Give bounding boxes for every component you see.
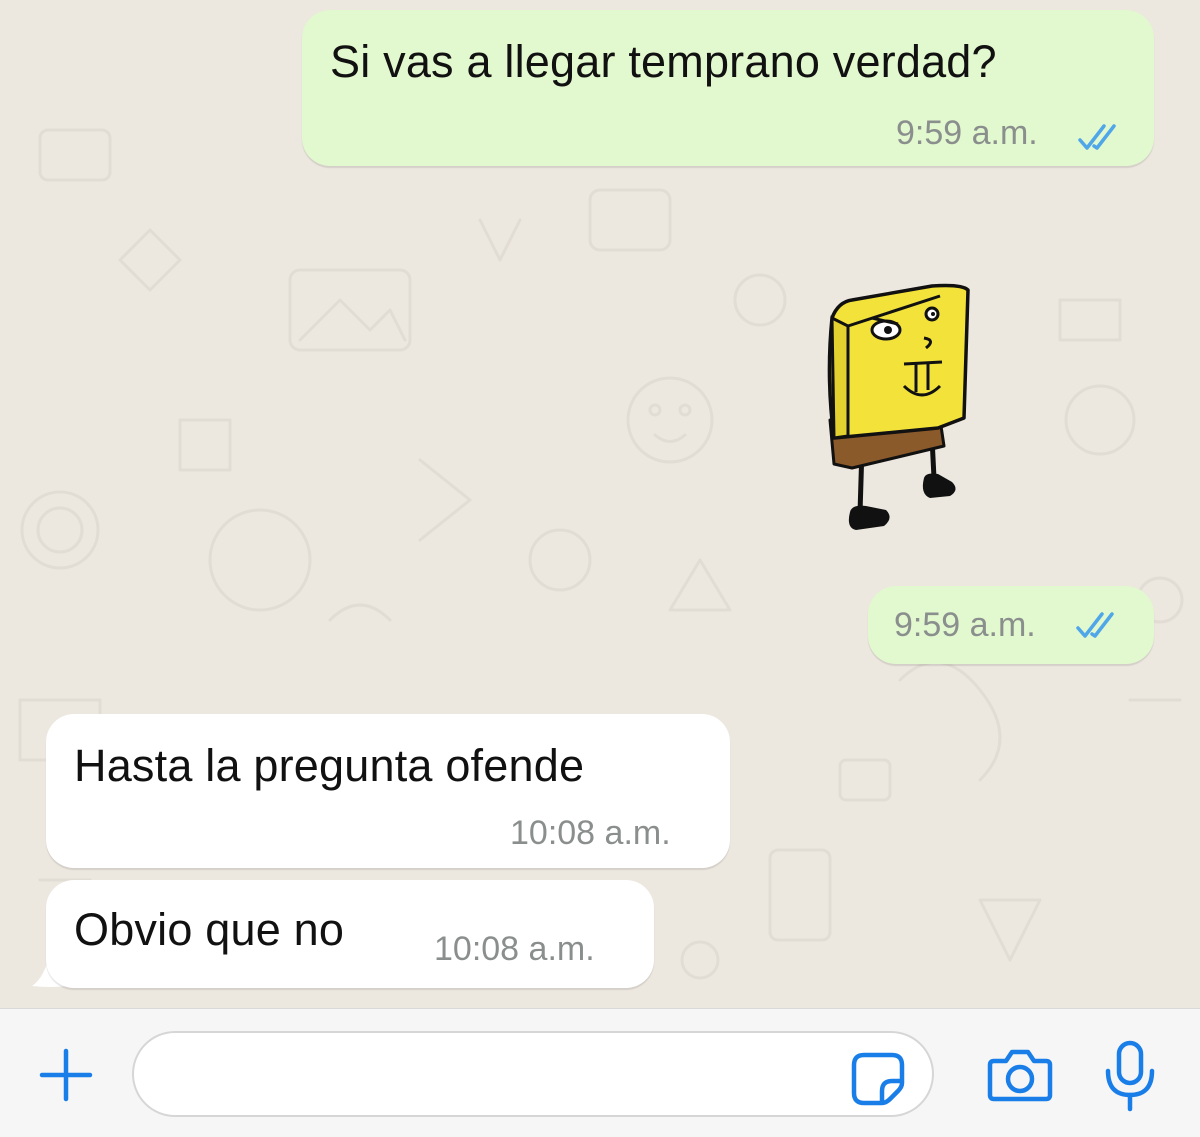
message-composer <box>0 1008 1200 1137</box>
spongebob-drawing-sticker[interactable] <box>812 278 984 548</box>
message-timestamp: 10:08 a.m. <box>434 930 595 968</box>
microphone-icon[interactable] <box>1100 1039 1160 1113</box>
plus-icon[interactable] <box>38 1047 94 1103</box>
incoming-message-bubble[interactable]: Hasta la pregunta ofende 10:08 a.m. <box>46 714 730 868</box>
outgoing-message-bubble[interactable]: Si vas a llegar temprano verdad? 9:59 a.… <box>302 10 1154 166</box>
camera-icon[interactable] <box>986 1047 1054 1103</box>
message-timestamp: 9:59 a.m. <box>894 606 1036 644</box>
sticker-icon[interactable] <box>850 1051 906 1107</box>
message-input[interactable] <box>132 1031 934 1117</box>
message-timestamp: 9:59 a.m. <box>896 114 1038 152</box>
outgoing-sticker-time-bubble[interactable]: 9:59 a.m. <box>868 586 1154 664</box>
message-text: Hasta la pregunta ofende <box>74 740 585 791</box>
read-receipt-icon <box>1078 124 1116 150</box>
message-text: Obvio que no <box>74 904 345 955</box>
read-receipt-icon <box>1076 612 1114 638</box>
message-timestamp: 10:08 a.m. <box>510 814 671 852</box>
incoming-message-bubble[interactable]: Obvio que no 10:08 a.m. <box>46 880 654 988</box>
chat-area[interactable]: Si vas a llegar temprano verdad? 9:59 a.… <box>0 0 1200 1008</box>
message-text: Si vas a llegar temprano verdad? <box>330 36 997 87</box>
